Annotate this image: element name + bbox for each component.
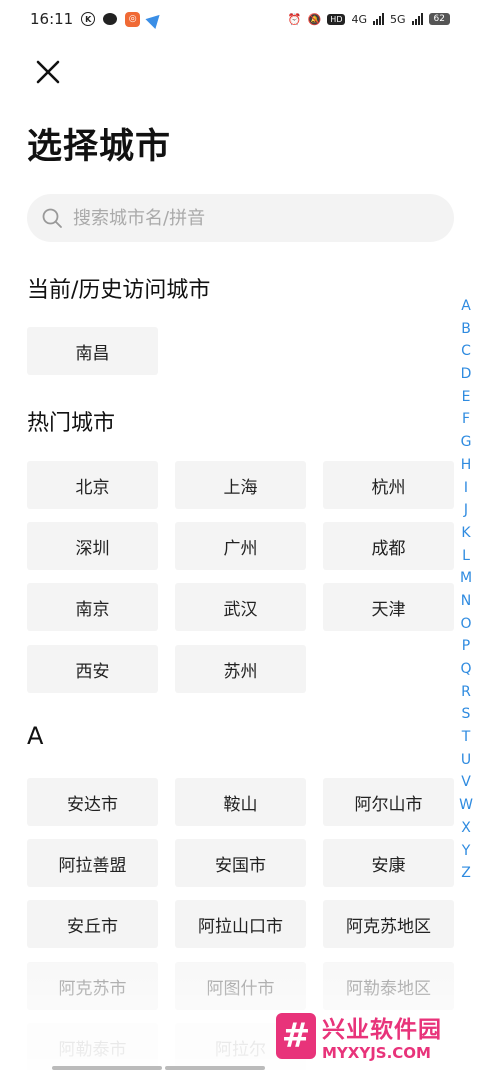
network-4g-label: 4G: [351, 12, 368, 26]
index-letter[interactable]: V: [456, 771, 476, 794]
watermark-url: MYXYJS.COM: [322, 1044, 431, 1062]
index-letter[interactable]: Y: [456, 840, 476, 863]
watermark: # 兴业软件园 MYXYJS.COM: [276, 1010, 472, 1062]
close-icon: [36, 60, 60, 84]
search-icon: [42, 208, 62, 228]
index-letter[interactable]: G: [456, 431, 476, 454]
city-button[interactable]: 南京: [27, 583, 158, 631]
city-button[interactable]: 阿拉善盟: [27, 839, 158, 887]
index-letter[interactable]: N: [456, 590, 476, 613]
k-app-icon: K: [81, 12, 96, 26]
city-button[interactable]: 阿克苏市: [27, 962, 158, 1010]
home-indicator-secondary: [165, 1066, 265, 1070]
status-time: 16:11: [30, 10, 74, 28]
battery-indicator: 62: [428, 13, 450, 25]
index-letter[interactable]: K: [456, 522, 476, 545]
hot-section-title: 热门城市: [27, 411, 116, 436]
index-letter[interactable]: H: [456, 454, 476, 477]
city-button[interactable]: 苏州: [175, 645, 306, 693]
signal-icon-2: [411, 13, 423, 25]
index-letter[interactable]: E: [456, 386, 476, 409]
city-button[interactable]: 广州: [175, 522, 306, 570]
index-letter[interactable]: T: [456, 726, 476, 749]
search-input[interactable]: [73, 207, 413, 229]
index-letter[interactable]: J: [456, 499, 476, 522]
status-bar: 16:11 K ◎ ⏰ 🔕 HD 4G 5G 62: [0, 0, 480, 38]
city-button[interactable]: 武汉: [175, 583, 306, 631]
city-button[interactable]: 安丘市: [27, 900, 158, 948]
hd-badge: HD: [327, 13, 346, 25]
city-button[interactable]: 天津: [323, 583, 454, 631]
status-bar-left: 16:11 K ◎: [30, 9, 165, 29]
index-letter[interactable]: W: [456, 794, 476, 817]
index-letter[interactable]: P: [456, 635, 476, 658]
index-letter[interactable]: S: [456, 703, 476, 726]
city-button[interactable]: 鞍山: [175, 778, 306, 826]
city-button[interactable]: 上海: [175, 461, 306, 509]
mute-icon: 🔕: [307, 12, 322, 26]
city-button[interactable]: 安达市: [27, 778, 158, 826]
index-letter[interactable]: L: [456, 545, 476, 568]
signal-icon: [373, 13, 385, 25]
city-button[interactable]: 阿拉山口市: [175, 900, 306, 948]
index-letter[interactable]: Q: [456, 658, 476, 681]
recent-section-title: 当前/历史访问城市: [27, 278, 211, 303]
watermark-name: 兴业软件园: [322, 1017, 442, 1043]
index-letter[interactable]: R: [456, 681, 476, 704]
index-letter[interactable]: U: [456, 749, 476, 772]
city-button[interactable]: 成都: [323, 522, 454, 570]
app-notification-icon: ◎: [125, 11, 141, 27]
watermark-text: 兴业软件园 MYXYJS.COM: [322, 1010, 442, 1062]
index-letter[interactable]: I: [456, 477, 476, 500]
page-title: 选择城市: [27, 127, 172, 167]
network-5g-label: 5G: [390, 12, 406, 26]
alphabet-index[interactable]: A B C D E F G H I J K L M N O P Q R S T …: [456, 295, 476, 885]
city-button[interactable]: 安康: [323, 839, 454, 887]
index-letter[interactable]: D: [456, 363, 476, 386]
city-button[interactable]: 阿尔山市: [323, 778, 454, 826]
alarm-icon: ⏰: [287, 12, 302, 26]
home-indicator: [52, 1066, 162, 1070]
index-letter[interactable]: B: [456, 318, 476, 341]
city-button[interactable]: 阿勒泰市: [27, 1023, 158, 1070]
close-button[interactable]: [30, 54, 66, 90]
letter-section-title-a: A: [27, 722, 44, 750]
search-bar[interactable]: [27, 194, 454, 242]
city-button[interactable]: 杭州: [323, 461, 454, 509]
city-button[interactable]: 阿勒泰地区: [323, 962, 454, 1010]
city-button[interactable]: 北京: [27, 461, 158, 509]
watermark-logo: #: [276, 1013, 316, 1059]
city-button[interactable]: 深圳: [27, 522, 158, 570]
city-button[interactable]: 阿克苏地区: [323, 900, 454, 948]
index-letter[interactable]: F: [456, 408, 476, 431]
index-letter[interactable]: X: [456, 817, 476, 840]
index-letter[interactable]: C: [456, 340, 476, 363]
city-button[interactable]: 西安: [27, 645, 158, 693]
status-bar-right: ⏰ 🔕 HD 4G 5G 62: [288, 13, 450, 26]
city-button[interactable]: 安国市: [175, 839, 306, 887]
telegram-icon: [145, 9, 165, 29]
index-letter[interactable]: O: [456, 613, 476, 636]
index-letter[interactable]: A: [456, 295, 476, 318]
index-letter[interactable]: Z: [456, 862, 476, 885]
chat-icon: [103, 13, 118, 25]
city-button[interactable]: 南昌: [27, 327, 158, 375]
city-button[interactable]: 阿图什市: [175, 962, 306, 1010]
index-letter[interactable]: M: [456, 567, 476, 590]
